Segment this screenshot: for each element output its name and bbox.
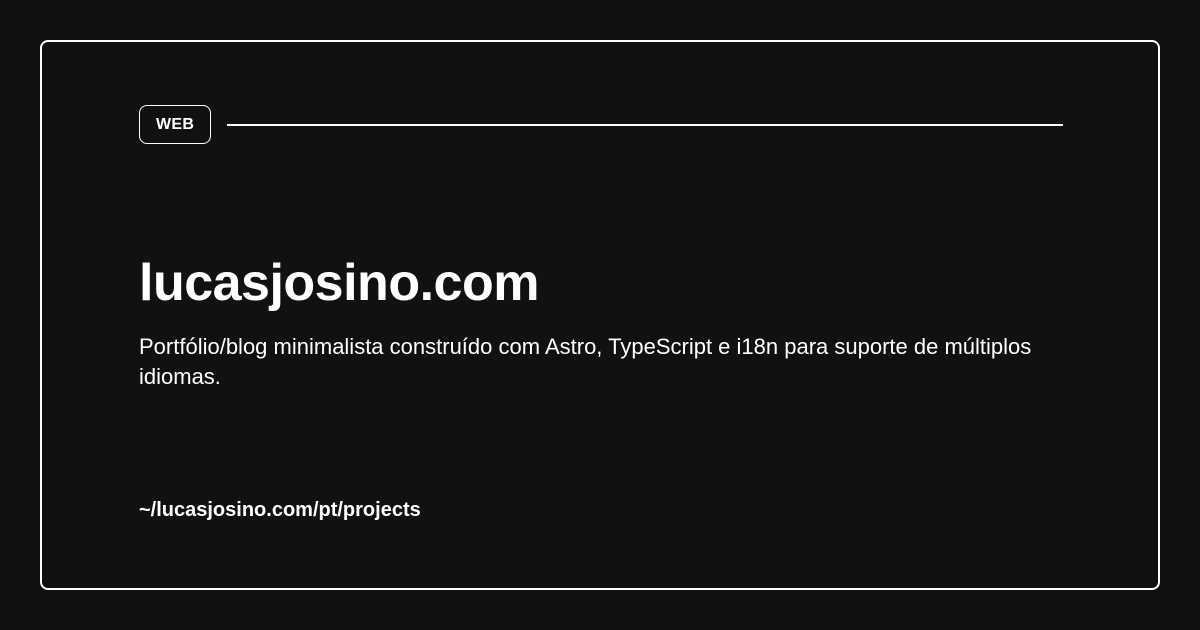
- category-tag: WEB: [139, 105, 212, 144]
- project-card: WEB lucasjosino.com Portfólio/blog minim…: [40, 40, 1160, 590]
- header-divider: [227, 123, 1063, 126]
- card-header: WEB: [139, 104, 1063, 145]
- project-path: ~/lucasjosino.com/pt/projects: [139, 499, 421, 521]
- project-description: Portfólio/blog minimalista construído co…: [139, 334, 1032, 389]
- project-title: lucasjosino.com: [139, 254, 539, 312]
